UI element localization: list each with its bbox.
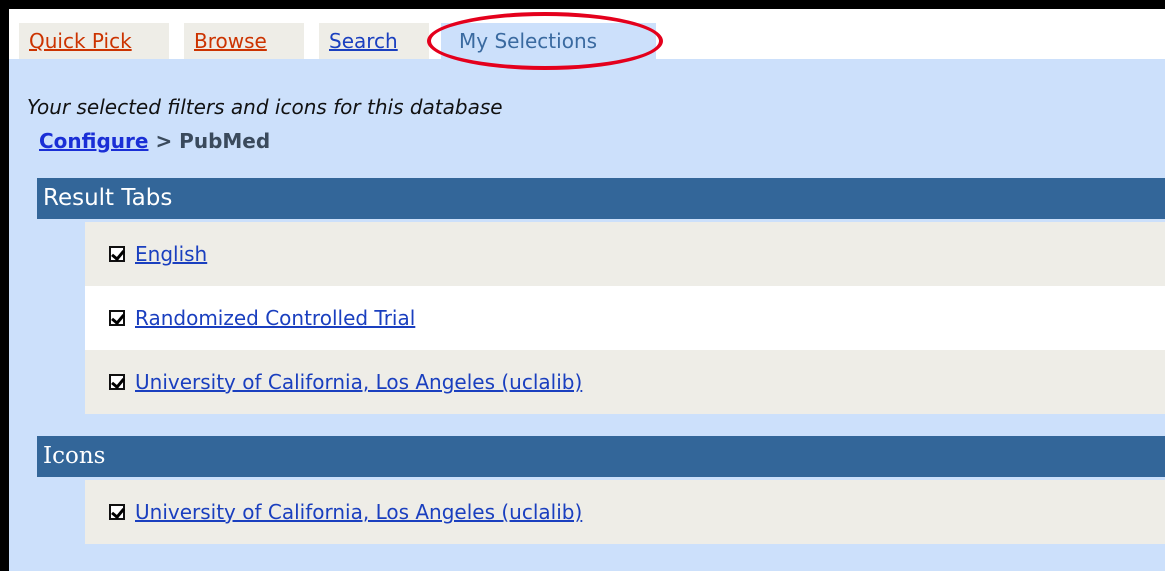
tab-bar: Quick Pick Browse Search My Selections	[9, 9, 1165, 59]
tab-browse[interactable]: Browse	[184, 23, 304, 59]
filter-link-english[interactable]: English	[135, 242, 207, 266]
list-item: University of California, Los Angeles (u…	[85, 350, 1165, 414]
screenshot-frame: Quick Pick Browse Search My Selections Y…	[0, 0, 1165, 571]
list-item: English	[85, 222, 1165, 286]
tab-quick-pick[interactable]: Quick Pick	[19, 23, 169, 59]
section-header-icons: Icons	[37, 436, 1165, 477]
breadcrumb-configure-link[interactable]: Configure	[39, 129, 148, 153]
breadcrumb-current: PubMed	[179, 129, 271, 153]
my-selections-panel: Your selected filters and icons for this…	[9, 59, 1165, 571]
breadcrumb: Configure > PubMed	[39, 129, 270, 153]
tab-my-selections-label: My Selections	[459, 29, 598, 53]
list-item: University of California, Los Angeles (u…	[85, 480, 1165, 544]
checkbox-ucla-result-tab[interactable]	[109, 374, 125, 390]
filter-link-ucla-result-tab[interactable]: University of California, Los Angeles (u…	[135, 370, 582, 394]
tab-my-selections[interactable]: My Selections	[441, 23, 656, 59]
filter-link-randomized-controlled-trial[interactable]: Randomized Controlled Trial	[135, 306, 415, 330]
section-header-result-tabs: Result Tabs	[37, 178, 1165, 219]
tab-search[interactable]: Search	[319, 23, 429, 59]
list-item: Randomized Controlled Trial	[85, 286, 1165, 350]
breadcrumb-separator: >	[155, 129, 173, 153]
tab-browse-link[interactable]: Browse	[194, 29, 267, 53]
checkbox-randomized-controlled-trial[interactable]	[109, 310, 125, 326]
checkbox-english[interactable]	[109, 246, 125, 262]
page-subtitle: Your selected filters and icons for this…	[27, 95, 503, 119]
tab-quick-pick-link[interactable]: Quick Pick	[29, 29, 132, 53]
filter-link-ucla-icon[interactable]: University of California, Los Angeles (u…	[135, 500, 582, 524]
tab-search-link[interactable]: Search	[329, 29, 398, 53]
checkbox-ucla-icon[interactable]	[109, 504, 125, 520]
